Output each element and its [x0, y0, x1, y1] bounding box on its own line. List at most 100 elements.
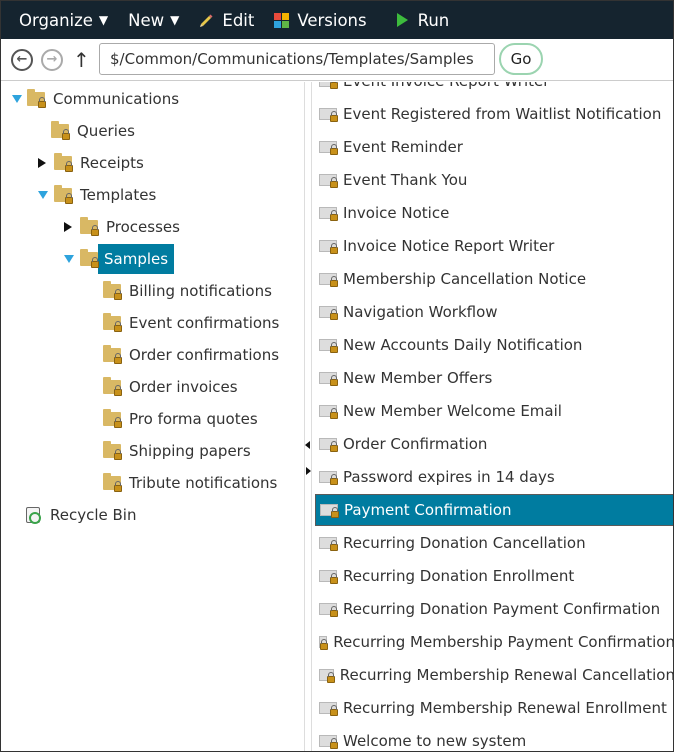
locked-folder-icon — [27, 89, 46, 108]
versions-button[interactable]: Versions — [264, 1, 376, 39]
locked-message-icon — [319, 603, 338, 617]
list-item[interactable]: Event Thank You — [315, 164, 673, 196]
tree-node-templates[interactable]: Templates — [38, 181, 156, 209]
locked-message-icon — [319, 702, 338, 716]
list-item-label: Event Reminder — [343, 138, 463, 156]
new-menu-button[interactable]: New ▼ — [118, 1, 189, 39]
locked-message-icon — [319, 636, 329, 650]
list-item-label: Event Registered from Waitlist Notificat… — [343, 105, 662, 123]
locked-message-icon — [319, 372, 338, 386]
tree-node-shipping-papers[interactable]: Shipping papers — [103, 437, 251, 465]
tree-node-event-confirmations[interactable]: Event confirmations — [103, 309, 279, 337]
tree-node-pro-forma-quotes[interactable]: Pro forma quotes — [103, 405, 258, 433]
recycle-bin-icon — [26, 507, 41, 524]
collapse-left-arrow-icon[interactable] — [305, 441, 310, 449]
list-item-label: Membership Cancellation Notice — [343, 270, 587, 288]
list-item[interactable]: Order Confirmation — [315, 428, 673, 460]
list-item[interactable]: Payment Confirmation — [315, 494, 673, 526]
locked-message-icon — [319, 306, 338, 320]
expand-right-arrow-icon[interactable] — [306, 467, 311, 475]
address-bar: ← → ↑ Go — [1, 39, 673, 81]
pane-splitter[interactable] — [304, 82, 312, 751]
locked-folder-icon — [103, 281, 122, 300]
list-item-label: Event Invoice Report Writer — [343, 82, 549, 90]
list-item[interactable]: Recurring Donation Cancellation — [315, 527, 673, 559]
locked-message-icon — [319, 174, 338, 188]
tree-node-queries[interactable]: Queries — [51, 117, 135, 145]
list-item[interactable]: Membership Cancellation Notice — [315, 263, 673, 295]
organize-menu-button[interactable]: Organize ▼ — [9, 1, 118, 39]
list-item[interactable]: Recurring Membership Payment Confirmatio… — [315, 626, 673, 658]
tree-node-order-confirmations[interactable]: Order confirmations — [103, 341, 279, 369]
list-item-label: Order Confirmation — [343, 435, 488, 453]
locked-folder-icon — [54, 185, 73, 204]
edit-label: Edit — [222, 10, 255, 30]
locked-message-icon — [319, 339, 338, 353]
list-item[interactable]: Recurring Donation Enrollment — [315, 560, 673, 592]
list-item[interactable]: Password expires in 14 days — [315, 461, 673, 493]
tree-node-receipts[interactable]: Receipts — [38, 149, 144, 177]
list-item-label: Recurring Donation Payment Confirmation — [343, 600, 661, 618]
list-item-label: Event Thank You — [343, 171, 468, 189]
path-input[interactable] — [99, 43, 495, 75]
template-list: Event Invoice Report Writer Event Registe… — [313, 82, 673, 751]
locked-message-icon — [319, 108, 338, 122]
organize-label: Organize — [19, 10, 93, 30]
expand-open-icon[interactable] — [38, 191, 48, 199]
list-item[interactable]: Recurring Donation Payment Confirmation — [315, 593, 673, 625]
tree-node-billing-notifications[interactable]: Billing notifications — [103, 277, 272, 305]
locked-message-icon — [319, 438, 338, 452]
list-item[interactable]: Invoice Notice Report Writer — [315, 230, 673, 262]
tree-node-tribute-notifications[interactable]: Tribute notifications — [103, 469, 277, 497]
edit-button[interactable]: Edit — [189, 1, 264, 39]
locked-folder-icon — [80, 217, 99, 236]
forward-arrow-icon[interactable]: → — [41, 48, 63, 71]
go-button[interactable]: Go — [499, 43, 543, 75]
tree-node-recycle-bin[interactable]: Recycle Bin — [26, 501, 136, 529]
list-item-label: Password expires in 14 days — [343, 468, 555, 486]
run-button[interactable]: Run — [377, 1, 460, 39]
list-item-label: Recurring Donation Cancellation — [343, 534, 586, 552]
expand-open-icon[interactable] — [64, 255, 74, 263]
locked-folder-icon — [103, 345, 122, 364]
list-item-label: Payment Confirmation — [344, 501, 512, 519]
run-label: Run — [417, 10, 450, 30]
tree-node-communications[interactable]: Communications — [12, 85, 179, 113]
list-item[interactable]: New Accounts Daily Notification — [315, 329, 673, 361]
locked-message-icon — [319, 537, 338, 551]
locked-message-icon — [320, 504, 339, 518]
locked-folder-icon — [103, 313, 122, 332]
tree-node-samples[interactable]: Samples — [64, 244, 175, 274]
locked-folder-icon — [80, 249, 99, 268]
locked-message-icon — [319, 207, 338, 221]
list-item[interactable]: New Member Offers — [315, 362, 673, 394]
tree-node-processes[interactable]: Processes — [64, 213, 180, 241]
locked-folder-icon — [103, 473, 122, 492]
locked-message-icon — [319, 240, 338, 254]
list-item-label: Invoice Notice Report Writer — [343, 237, 555, 255]
expand-open-icon[interactable] — [12, 95, 22, 103]
list-item[interactable]: Navigation Workflow — [315, 296, 673, 328]
list-item-label: Recurring Donation Enrollment — [343, 567, 575, 585]
locked-message-icon — [319, 273, 338, 287]
list-item[interactable]: Event Registered from Waitlist Notificat… — [315, 98, 673, 130]
list-item-label: New Accounts Daily Notification — [343, 336, 583, 354]
list-item[interactable]: Invoice Notice — [315, 197, 673, 229]
list-item-label: New Member Welcome Email — [343, 402, 562, 420]
list-item[interactable]: Event Reminder — [315, 131, 673, 163]
locked-message-icon — [319, 735, 338, 749]
chevron-down-icon: ▼ — [170, 13, 180, 27]
list-item[interactable]: Event Invoice Report Writer — [315, 82, 673, 97]
list-item[interactable]: Recurring Membership Renewal Cancellatio… — [315, 659, 673, 691]
list-item[interactable]: Welcome to new system — [315, 725, 673, 751]
list-item[interactable]: Recurring Membership Renewal Enrollment — [315, 692, 673, 724]
expand-closed-icon[interactable] — [64, 222, 72, 232]
expand-closed-icon[interactable] — [38, 158, 46, 168]
up-arrow-icon[interactable]: ↑ — [73, 48, 90, 72]
tree-node-order-invoices[interactable]: Order invoices — [103, 373, 238, 401]
back-arrow-icon[interactable]: ← — [11, 48, 33, 71]
locked-message-icon — [319, 405, 338, 419]
list-item[interactable]: New Member Welcome Email — [315, 395, 673, 427]
locked-message-icon — [319, 471, 338, 485]
locked-message-icon — [319, 82, 338, 89]
